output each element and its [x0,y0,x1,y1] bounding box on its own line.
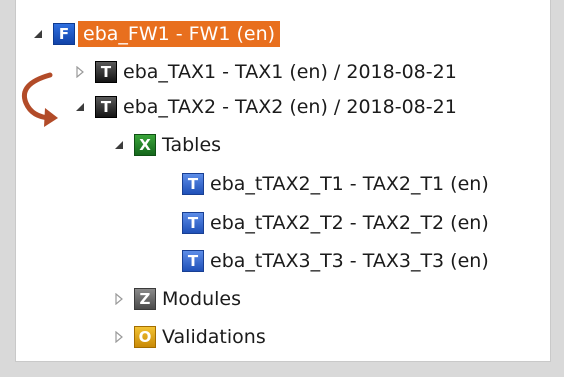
tables-icon: X [134,134,156,156]
tree-node-tables[interactable]: X Tables [113,129,224,161]
expanded-triangle-icon[interactable] [32,28,44,40]
collapsed-triangle-icon[interactable] [113,331,125,343]
tree-node-table-item[interactable]: T eba_tTAX3_T3 - TAX3_T3 (en) [182,245,492,277]
tree-node-tax1[interactable]: T eba_TAX1 - TAX1 (en) / 2018-08-21 [74,56,460,88]
tree-panel: F eba_FW1 - FW1 (en) T eba_TAX1 - TAX1 (… [15,0,551,362]
tree-node-label[interactable]: eba_tTAX3_T3 - TAX3_T3 (en) [207,248,492,275]
expanded-triangle-icon[interactable] [74,101,86,113]
table-icon: T [182,250,204,272]
collapsed-triangle-icon[interactable] [113,293,125,305]
taxonomy-icon: T [95,96,117,118]
tree-node-label[interactable]: eba_tTAX2_T1 - TAX2_T1 (en) [207,171,492,198]
tree-node-fw1[interactable]: F eba_FW1 - FW1 (en) [32,18,281,50]
taxonomy-icon: T [95,61,117,83]
tree-node-modules[interactable]: Z Modules [113,283,244,315]
table-icon: T [182,173,204,195]
tree-node-table-item[interactable]: T eba_tTAX2_T2 - TAX2_T2 (en) [182,207,492,239]
tree-node-label[interactable]: eba_TAX2 - TAX2 (en) / 2018-08-21 [120,94,460,121]
tree-node-table-item[interactable]: T eba_tTAX2_T1 - TAX2_T1 (en) [182,168,492,200]
expanded-triangle-icon[interactable] [113,139,125,151]
tree-node-validations[interactable]: O Validations [113,321,269,353]
tree-node-label[interactable]: Validations [159,324,269,351]
framework-icon: F [53,23,75,45]
tree-node-label[interactable]: eba_TAX1 - TAX1 (en) / 2018-08-21 [120,59,460,86]
modules-icon: Z [134,288,156,310]
table-icon: T [182,212,204,234]
tree-node-label[interactable]: eba_tTAX2_T2 - TAX2_T2 (en) [207,210,492,237]
collapsed-triangle-icon[interactable] [74,66,86,78]
validations-icon: O [134,326,156,348]
tree-node-label[interactable]: Modules [159,286,244,313]
tree-node-tax2[interactable]: T eba_TAX2 - TAX2 (en) / 2018-08-21 [74,91,460,123]
tree-node-label[interactable]: Tables [159,132,224,159]
tree-node-label[interactable]: eba_FW1 - FW1 (en) [78,20,281,48]
